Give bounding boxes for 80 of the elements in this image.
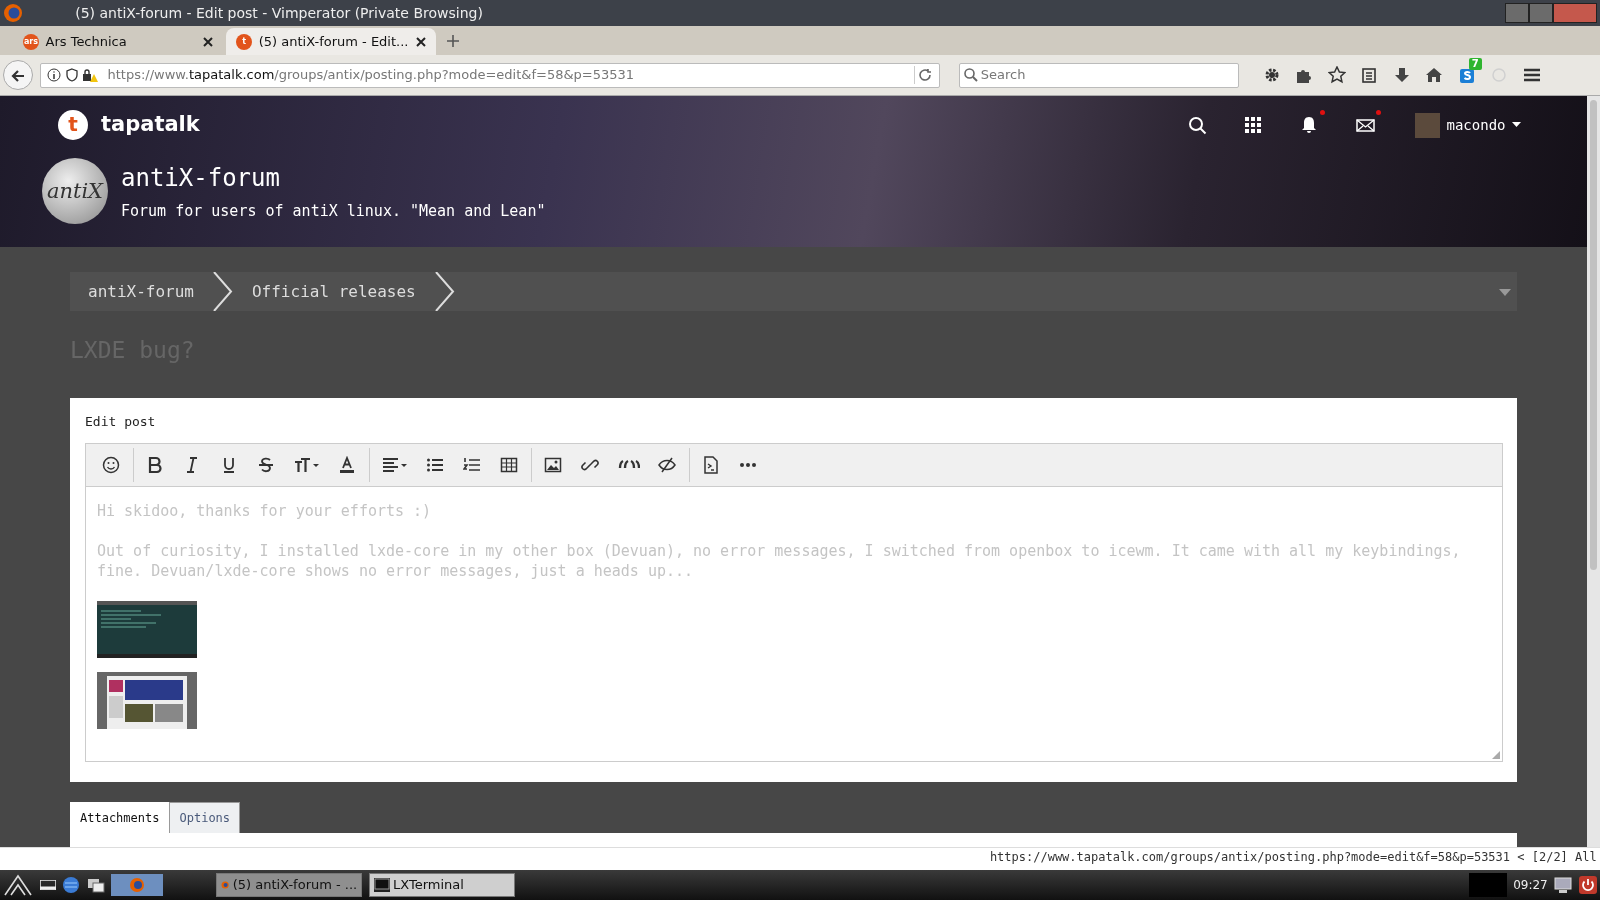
caret-icon — [1512, 122, 1521, 128]
s-extension-icon — [1457, 66, 1476, 84]
home-icon — [1425, 66, 1444, 84]
back-arrow-icon — [10, 67, 27, 84]
bold-icon — [146, 455, 164, 474]
code-file-icon — [702, 455, 720, 474]
favicon: t — [236, 33, 253, 50]
status-line: https://www.tapatalk.com/groups/antix/posting.php?mode=edit&f=58&p=53531 < [2/2] All — [989, 849, 1597, 866]
smiley-icon — [102, 455, 120, 474]
network-monitor-icon — [1554, 876, 1573, 894]
menu-icon — [1522, 66, 1541, 84]
launcher-button[interactable] — [111, 874, 164, 896]
search-field[interactable]: Search — [959, 62, 1240, 88]
url-text: https://www.tapatalk.com/groups/antix/posting.php?mode=edit&f=58&p=53531 — [107, 66, 635, 85]
circle-icon — [1490, 66, 1509, 84]
form-tab[interactable]: Attachments — [70, 802, 170, 833]
taskbar-window[interactable]: (5) antiX-forum - ... — [216, 873, 363, 897]
firefox-icon — [129, 877, 146, 893]
clipboard-icon — [1360, 66, 1379, 84]
forum-logo: antiX — [42, 158, 108, 224]
scrollbar[interactable] — [1587, 96, 1600, 847]
maximize-button[interactable] — [1528, 3, 1553, 23]
search-icon — [1188, 115, 1208, 135]
text-color-icon — [338, 455, 356, 474]
image-icon — [544, 455, 562, 474]
table-icon — [500, 455, 518, 474]
globe-icon — [62, 876, 81, 894]
close-icon — [416, 36, 427, 47]
chevron-icon — [433, 272, 456, 311]
plus-icon — [445, 34, 460, 48]
apps-grid-icon — [1244, 115, 1264, 135]
resize-grip-icon — [1492, 750, 1500, 759]
editor-label: Edit post — [85, 413, 157, 431]
windows-icon — [86, 876, 105, 894]
paragraph: Hi skidoo, thanks for your efforts :) — [97, 500, 433, 521]
desktop-icon — [39, 880, 56, 890]
brand-name: tapatalk — [101, 111, 200, 139]
align-left-icon — [381, 455, 408, 474]
user-menu[interactable]: macondo — [1409, 111, 1527, 139]
more-dots-icon — [740, 462, 756, 467]
notification-dot — [1320, 110, 1325, 115]
breadcrumb-link[interactable]: antiX-forum — [70, 272, 212, 311]
window-title: (5) antiX-forum - Edit post - Vimperator (Private Browsing) — [74, 3, 483, 23]
minimize-button[interactable] — [1504, 3, 1529, 23]
reload-icon — [918, 68, 933, 82]
avatar — [1415, 112, 1440, 138]
close-icon — [203, 36, 213, 47]
post-editor[interactable] — [85, 486, 1503, 762]
chevron-icon — [211, 272, 234, 311]
paragraph: Out of curiosity, I installed lxde-core in my other box (Devuan), no error messages, I switched from openbox to icewm. It came with all my keybindings, fine. Devuan/lxde-core shows no error messages, just a heads up... — [97, 540, 1462, 581]
forum-tagline: Forum for users of antiX linux. "Mean and Lean" — [121, 200, 546, 222]
form-tab[interactable]: Options — [169, 802, 241, 833]
browser-tab[interactable]: t (5) antiX-forum - Edit... — [226, 28, 437, 55]
dropdown-caret-icon — [1498, 288, 1511, 296]
text-size-icon — [293, 455, 320, 474]
lock-warning-icon — [81, 68, 98, 82]
numbered-list-icon — [463, 455, 481, 474]
hidden-eye-icon — [658, 455, 676, 474]
scrollbar-thumb[interactable] — [1590, 100, 1597, 570]
start-menu-icon — [3, 873, 34, 897]
shield-icon — [64, 68, 79, 82]
firefox-icon — [3, 3, 24, 23]
forum-name: antiX-forum — [121, 162, 281, 194]
back-button[interactable] — [3, 60, 34, 90]
power-icon — [1578, 876, 1597, 894]
browser-tab[interactable]: ars Ars Technica — [13, 28, 223, 55]
info-icon — [47, 68, 62, 82]
notification-dot — [1376, 110, 1381, 115]
address-bar[interactable]: https://www.tapatalk.com/groups/antix/posting.php?mode=edit&f=58&p=53531 — [39, 62, 940, 88]
taskbar-window[interactable]: LXTerminal — [368, 873, 515, 897]
count-badge: 7 — [1468, 58, 1482, 70]
terminal-icon — [373, 878, 390, 892]
tapatalk-logo: t — [58, 110, 88, 140]
strikethrough-icon — [257, 455, 275, 474]
clock: 09:27 — [1513, 877, 1548, 894]
close-button[interactable] — [1552, 3, 1597, 23]
search-icon — [963, 68, 978, 82]
favicon: ars — [23, 33, 39, 50]
breadcrumb-link[interactable]: Official releases — [233, 272, 434, 311]
star-icon — [1327, 66, 1346, 84]
